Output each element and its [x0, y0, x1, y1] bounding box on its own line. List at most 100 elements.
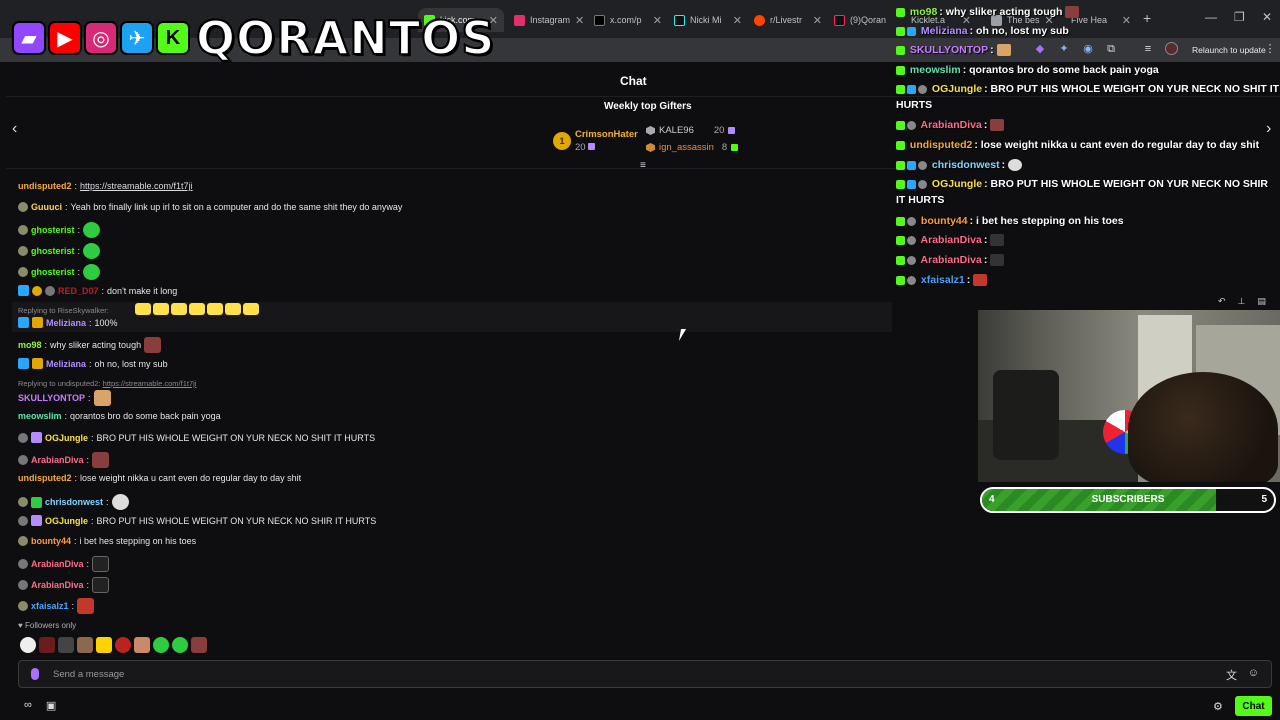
reply-context[interactable]: Replying to undisputed2: https://streama…: [18, 379, 196, 388]
badge-icon: [18, 432, 28, 443]
chat-message: xfaisalz1:: [18, 598, 95, 614]
overlay-chat-message: mo98: why sliker acting tough: [896, 4, 1280, 20]
kick-badge-icon: [896, 45, 905, 55]
chevron-left-icon[interactable]: ‹: [12, 120, 17, 138]
emote-icon[interactable]: [77, 637, 93, 653]
kick-badge-icon: [896, 65, 905, 75]
kick-badge-icon: [896, 216, 905, 226]
filter-icon[interactable]: ≡: [640, 160, 646, 171]
trash-icon[interactable]: ▤: [1257, 296, 1266, 307]
chat-send-button[interactable]: Chat: [1235, 696, 1272, 716]
overlay-chat-message: ArabianDiva:: [896, 232, 1280, 248]
username[interactable]: meowslim: [18, 411, 62, 421]
close-icon[interactable]: ✕: [653, 14, 662, 27]
username[interactable]: undisputed2: [18, 181, 72, 191]
username[interactable]: xfaisalz1: [31, 601, 69, 611]
crown-badge-icon: [32, 358, 43, 369]
username[interactable]: undisputed2: [18, 473, 72, 483]
tab-label: Nicki Mi: [690, 15, 722, 25]
emote-icon[interactable]: [153, 637, 169, 653]
badge-icon: [18, 559, 28, 569]
moderator-badge-icon: [907, 179, 916, 189]
emote-icon: [189, 303, 205, 315]
reply-link[interactable]: https://streamable.com/f1t7ji: [103, 379, 197, 388]
reply-icon[interactable]: ↶: [1218, 296, 1226, 307]
chat-message: OGJungle: BRO PUT HIS WHOLE WEIGHT ON YU…: [18, 515, 376, 526]
badge-icon: [907, 216, 916, 226]
close-icon[interactable]: ✕: [813, 14, 822, 27]
tab-x[interactable]: x.com/p ✕: [588, 8, 668, 32]
gifter-3[interactable]: ign_assassin 8: [646, 142, 739, 153]
emote-icon: [225, 303, 241, 315]
microphone-icon[interactable]: [31, 668, 39, 680]
tiktok-favicon-icon: [834, 14, 845, 26]
username[interactable]: chrisdonwest: [45, 497, 103, 507]
username[interactable]: mo98: [18, 340, 42, 350]
username[interactable]: ArabianDiva: [31, 580, 84, 590]
instagram-logo-icon: ◎: [84, 21, 118, 55]
message-text: BRO PUT HIS WHOLE WEIGHT ON YUR NECK NO …: [96, 515, 377, 526]
chat-message: ghosterist:: [18, 264, 101, 280]
username[interactable]: Guuuci: [31, 202, 62, 212]
tab-reddit[interactable]: r/Livestr ✕: [748, 8, 828, 32]
emoji-icon[interactable]: ☺: [1248, 667, 1259, 679]
username[interactable]: ghosterist: [31, 267, 75, 277]
emote-icon[interactable]: [20, 637, 36, 653]
tab-tiktok[interactable]: Nicki Mi ✕: [668, 8, 748, 32]
streamer-logo: ▰ ▶ ◎ ✈ K QORANTOS: [12, 10, 495, 66]
emote-icon: [973, 274, 988, 287]
moderator-badge-icon: [18, 358, 29, 369]
badge-icon: [18, 580, 28, 590]
pin-icon[interactable]: ⊥: [1238, 296, 1246, 307]
close-icon[interactable]: ✕: [575, 14, 584, 27]
overlay-username: mo98: [909, 6, 938, 18]
username[interactable]: Meliziana: [46, 318, 86, 328]
reply-context[interactable]: Replying to RiseSkywalker:: [18, 306, 109, 315]
tab-tiktok-2[interactable]: (9)Qoran: [828, 8, 896, 32]
translate-icon[interactable]: 文: [1226, 667, 1237, 683]
badge-icon: [918, 84, 927, 94]
gifter-2[interactable]: KALE96 20: [646, 125, 736, 136]
chat-message: Guuuci: Yeah bro finally link up irl to …: [18, 202, 402, 212]
username[interactable]: Meliziana: [46, 359, 86, 369]
subscriber-goal-label: SUBSCRIBERS: [1091, 494, 1165, 505]
overlay-username: chrisdonwest: [931, 159, 1000, 171]
badge-icon: [918, 160, 927, 170]
tiktok-favicon-icon: [674, 14, 685, 26]
message-link[interactable]: https://streamable.com/f1t7ji: [80, 181, 193, 191]
close-icon[interactable]: ✕: [733, 14, 742, 27]
username[interactable]: bounty44: [31, 536, 71, 546]
username[interactable]: OGJungle: [45, 433, 88, 443]
gifter-1[interactable]: 1 CrimsonHater 20: [553, 129, 638, 153]
tab-label: (9)Qoran: [850, 15, 887, 25]
silver-rank-icon: [646, 126, 655, 135]
points-icon[interactable]: ∞: [24, 699, 32, 712]
message-input[interactable]: Send a message 文 ☺: [18, 660, 1272, 688]
username[interactable]: ghosterist: [31, 246, 75, 256]
emote-icon[interactable]: [115, 637, 131, 653]
username[interactable]: ArabianDiva: [31, 559, 84, 569]
overlay-chat-message: OGJungle: BRO PUT HIS WHOLE WEIGHT ON YU…: [896, 83, 1280, 111]
emote-icon[interactable]: [39, 637, 55, 653]
emote-icon[interactable]: [58, 637, 74, 653]
username[interactable]: OGJungle: [45, 516, 88, 526]
emote-icon[interactable]: [191, 637, 207, 653]
chat-message: ArabianDiva:: [18, 577, 110, 593]
tab-instagram[interactable]: Instagram ✕: [508, 8, 588, 32]
emote-icon[interactable]: [172, 637, 188, 653]
emote-icon: [1008, 159, 1023, 172]
emote-icon[interactable]: [96, 637, 112, 653]
moderator-badge-icon: [907, 160, 916, 170]
message-text: don't make it long: [107, 285, 178, 296]
kick-badge-icon: [896, 140, 905, 150]
quick-emote-bar: [20, 637, 207, 653]
username[interactable]: RED_D07: [58, 286, 99, 296]
gear-icon[interactable]: ⚙: [1213, 700, 1223, 713]
username[interactable]: SKULLYONTOP: [18, 393, 85, 403]
emote-icon[interactable]: [134, 637, 150, 653]
username[interactable]: ghosterist: [31, 225, 75, 235]
username[interactable]: ArabianDiva: [31, 455, 84, 465]
gifter-name: CrimsonHater: [575, 129, 638, 140]
overlay-message-text: oh no, lost my sub: [976, 25, 1069, 37]
store-icon[interactable]: ▣: [46, 699, 56, 712]
